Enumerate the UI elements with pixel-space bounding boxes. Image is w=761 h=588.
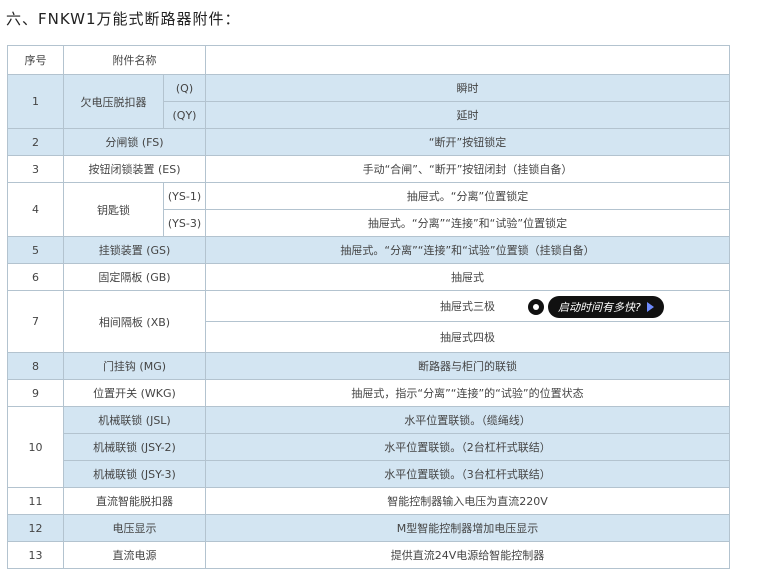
row-name: 相间隔板 (XB) <box>63 290 206 353</box>
table-row: 13 直流电源 提供直流24V电源给智能控制器 <box>7 541 730 569</box>
table-row: 10 机械联锁 (JSL) 水平位置联锁。（缆绳线） <box>7 406 730 488</box>
table-row: 8 门挂钩 (MG) 断路器与柜门的联锁 <box>7 352 730 380</box>
header-desc <box>205 45 730 75</box>
row-no: 5 <box>7 236 64 264</box>
row-desc: 抽屉式。“分离”位置锁定 <box>205 182 730 210</box>
row-sub: (Q) <box>163 74 206 102</box>
row-no: 12 <box>7 514 64 542</box>
record-icon <box>528 299 544 315</box>
row-desc: 断路器与柜门的联锁 <box>205 352 730 380</box>
startup-speed-badge[interactable]: 启动时间有多快? <box>528 295 664 319</box>
table-row: 12 电压显示 M型智能控制器增加电压显示 <box>7 514 730 542</box>
row-name: 机械联锁 (JSL) <box>63 406 206 434</box>
row-name: 门挂钩 (MG) <box>63 352 206 380</box>
row-desc: 瞬时 <box>205 74 730 102</box>
row-desc: 水平位置联锁。（3台杠杆式联结） <box>205 460 730 488</box>
startup-speed-link[interactable]: 启动时间有多快? <box>548 296 664 318</box>
row-sub: (YS-1) <box>163 182 206 210</box>
row-no: 1 <box>7 74 64 129</box>
table-row: 2 分闸锁 (FS) “断开”按钮锁定 <box>7 128 730 156</box>
row-desc: 手动“合闸”、“断开”按钮闭封（挂锁自备） <box>205 155 730 183</box>
row-desc: 水平位置联锁。（缆绳线） <box>205 406 730 434</box>
row-sub: (YS-3) <box>163 209 206 237</box>
row-name: 挂锁装置 (GS) <box>63 236 206 264</box>
table-row: 3 按钮闭锁装置 (ES) 手动“合闸”、“断开”按钮闭封（挂锁自备） <box>7 155 730 183</box>
table-row: 4 钥匙锁 (YS-1) 抽屉式。“分离”位置锁定 <box>7 182 730 237</box>
row-no: 2 <box>7 128 64 156</box>
row-no: 13 <box>7 541 64 569</box>
row-desc: 智能控制器输入电压为直流220V <box>205 487 730 515</box>
page-heading: 六、FNKW1万能式断路器附件： <box>6 10 241 28</box>
row-no: 4 <box>7 182 64 237</box>
row-no: 3 <box>7 155 64 183</box>
row-desc: M型智能控制器增加电压显示 <box>205 514 730 542</box>
table-row: 9 位置开关 (WKG) 抽屉式，指示“分离”“连接”的“试验”的位置状态 <box>7 379 730 407</box>
play-arrow-icon <box>646 302 654 312</box>
row-no: 6 <box>7 263 64 291</box>
row-no: 10 <box>7 406 64 488</box>
table-row: 11 直流智能脱扣器 智能控制器输入电压为直流220V <box>7 487 730 515</box>
row-name: 位置开关 (WKG) <box>63 379 206 407</box>
row-sub: (QY) <box>163 101 206 129</box>
row-desc: 提供直流24V电源给智能控制器 <box>205 541 730 569</box>
row-desc: “断开”按钮锁定 <box>205 128 730 156</box>
row-desc: 抽屉式，指示“分离”“连接”的“试验”的位置状态 <box>205 379 730 407</box>
row-name: 直流电源 <box>63 541 206 569</box>
row-desc: 抽屉式。“分离”“连接”和“试验”位置锁定 <box>205 209 730 237</box>
row-name: 机械联锁 (JSY-2) <box>63 433 206 461</box>
row-name: 钥匙锁 <box>63 182 164 237</box>
header-no: 序号 <box>7 45 64 75</box>
header-name: 附件名称 <box>63 45 206 75</box>
badge-label: 启动时间有多快? <box>558 301 641 314</box>
row-name: 固定隔板 (GB) <box>63 263 206 291</box>
row-desc: 延时 <box>205 101 730 129</box>
table-row: 6 固定隔板 (GB) 抽屉式 <box>7 263 730 291</box>
row-name: 机械联锁 (JSY-3) <box>63 460 206 488</box>
table-row: 机械联锁 (JSY-3) 水平位置联锁。（3台杠杆式联结） <box>8 460 730 488</box>
row-desc: 抽屉式。“分离”“连接”和“试验”位置锁（挂锁自备） <box>205 236 730 264</box>
row-name: 按钮闭锁装置 (ES) <box>63 155 206 183</box>
row-no: 8 <box>7 352 64 380</box>
row-name: 欠电压脱扣器 <box>63 74 164 129</box>
row-name: 直流智能脱扣器 <box>63 487 206 515</box>
table-header-row: 序号 附件名称 <box>7 45 730 75</box>
table-row: 1 欠电压脱扣器 (Q) 瞬时 <box>7 74 730 129</box>
row-no: 9 <box>7 379 64 407</box>
row-name: 分闸锁 (FS) <box>63 128 206 156</box>
row-desc: 抽屉式 <box>205 263 730 291</box>
row-no: 7 <box>7 290 64 353</box>
row-desc: 抽屉式四极 <box>205 321 730 353</box>
row-name: 电压显示 <box>63 514 206 542</box>
row-no: 11 <box>7 487 64 515</box>
table-row: 5 挂锁装置 (GS) 抽屉式。“分离”“连接”和“试验”位置锁（挂锁自备） <box>7 236 730 264</box>
row-desc: 水平位置联锁。（2台杠杆式联结） <box>205 433 730 461</box>
table-row: 机械联锁 (JSY-2) 水平位置联锁。（2台杠杆式联结） <box>8 433 730 461</box>
